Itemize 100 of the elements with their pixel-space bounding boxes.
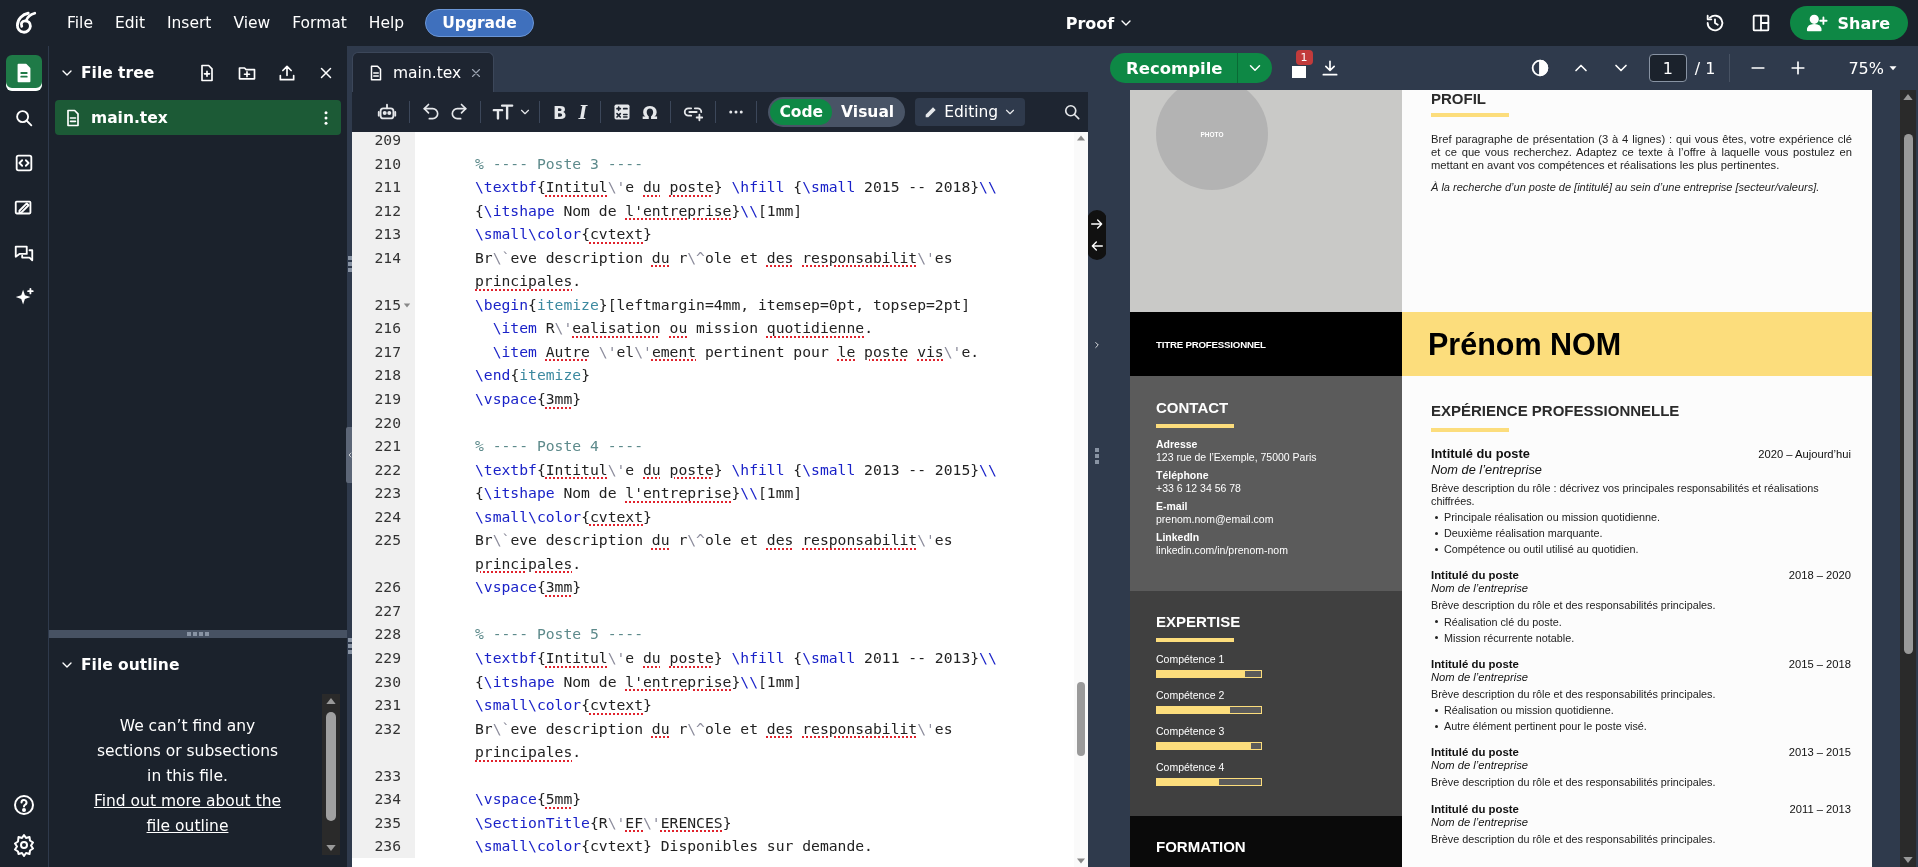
- search-icon[interactable]: [1062, 102, 1082, 122]
- file-tab[interactable]: main.tex: [352, 52, 495, 92]
- code-line: % ---- Poste 5 ----: [475, 624, 644, 645]
- bullet-icon: [1435, 636, 1438, 639]
- bullet-icon: [1435, 515, 1438, 519]
- line-number: 211: [374, 177, 401, 198]
- mode-option[interactable]: Visual: [832, 99, 904, 125]
- zoom-dropdown[interactable]: 75%: [1842, 57, 1906, 79]
- editing-dropdown[interactable]: Editing: [915, 98, 1026, 126]
- job-title: Intitulé du poste: [1431, 446, 1530, 461]
- line-number: 222: [374, 459, 401, 480]
- scrollbar[interactable]: [1074, 132, 1088, 867]
- math-icon[interactable]: [612, 102, 633, 122]
- italic-button[interactable]: I: [572, 101, 594, 123]
- code-line: \end{itemize}: [475, 365, 591, 386]
- code-line: % ---- Poste 4 ----: [475, 436, 644, 457]
- skill-name: Compétence 4: [1156, 761, 1226, 773]
- code-line: \small\color{cvtext}: [475, 224, 653, 245]
- line-number: 213: [374, 224, 401, 245]
- job-dates: 2013 – 2015: [1788, 746, 1851, 758]
- project-title-menu[interactable]: Proof: [1061, 11, 1139, 35]
- contact-label: LinkedIn: [1156, 531, 1201, 543]
- scrollbar[interactable]: [322, 694, 340, 855]
- scrollbar-thumb[interactable]: [1903, 134, 1913, 654]
- contact-label: Téléphone: [1156, 469, 1210, 481]
- contact-value: +33 6 12 34 56 78: [1156, 482, 1242, 494]
- settings-icon[interactable]: [12, 833, 36, 857]
- bullet-icon: [1435, 531, 1438, 535]
- menu-item[interactable]: Edit: [103, 10, 156, 36]
- job-description: Brève description du rôle et des responsabilités principales.: [1431, 599, 1717, 612]
- scrollbar-thumb[interactable]: [1077, 682, 1085, 756]
- mode-option[interactable]: Code: [770, 99, 833, 125]
- professional-title: TITRE PROFESSIONNEL: [1156, 338, 1266, 350]
- line-number: 227: [374, 600, 401, 621]
- company-name: Nom de l’entreprise: [1431, 462, 1543, 477]
- company-name: Nom de l’entreprise: [1431, 815, 1529, 828]
- logs-icon[interactable]: [1291, 66, 1306, 78]
- code-line: % ---- Poste 3 ----: [475, 153, 644, 174]
- undo-icon[interactable]: [421, 102, 441, 122]
- section-heading: FORMATION: [1156, 838, 1247, 855]
- scrollbar[interactable]: [1900, 90, 1916, 867]
- job-dates: 2020 – Aujourd’hui: [1758, 448, 1851, 460]
- job-title: Intitulé du poste: [1431, 802, 1519, 815]
- line-number: 210: [374, 153, 401, 174]
- code-line: {\itshape Nom de l'entreprise}\\[1mm]: [475, 671, 804, 692]
- code-line: \begin{itemize}[leftmargin=4mm, itemsep=0pt, topsep=2pt]: [475, 294, 972, 315]
- share-button[interactable]: Share: [1789, 6, 1908, 40]
- code-line: {\itshape Nom de l'entreprise}\\[1mm]: [475, 483, 804, 504]
- rail-button[interactable]: [6, 55, 42, 91]
- person-name: Prénom NOM: [1428, 326, 1622, 362]
- code-line: \vspace{3mm}: [475, 577, 583, 598]
- bullet-icon: [1435, 547, 1438, 551]
- fold-icon[interactable]: [403, 300, 411, 309]
- upgrade-button[interactable]: Upgrade: [425, 9, 534, 37]
- line-number: 232: [374, 718, 401, 739]
- recompile-button[interactable]: Recompile: [1110, 53, 1272, 83]
- line-number: 223: [374, 483, 401, 504]
- contact-label: E-mail: [1156, 500, 1189, 512]
- line-number: 215: [374, 294, 401, 315]
- skill-name: Compétence 3: [1156, 725, 1226, 737]
- tree-entry[interactable]: main.tex: [55, 100, 341, 135]
- redo-icon[interactable]: [449, 102, 469, 122]
- bullet-text: Autre élément pertinent pour le poste visé.: [1444, 720, 1647, 732]
- menu-item[interactable]: View: [222, 10, 282, 36]
- help-icon[interactable]: [12, 793, 36, 817]
- person-add-icon: [1805, 12, 1828, 34]
- help-link[interactable]: Find out more about the file outline: [90, 789, 285, 839]
- bullet-text: Principale réalisation ou mission quotidienne.: [1444, 511, 1661, 523]
- chevron-right-icon[interactable]: [1092, 340, 1102, 350]
- error-count-badge: 1: [1295, 50, 1313, 65]
- line-number: 220: [374, 412, 401, 433]
- bold-button[interactable]: B: [547, 101, 573, 123]
- menu-item[interactable]: Help: [357, 10, 416, 36]
- skill-name: Compétence 2: [1156, 689, 1226, 701]
- code-line: \item Autre \'el\'ement pertinent pour le poste vis\'e.: [491, 341, 981, 362]
- upload-icon[interactable]: [277, 63, 297, 83]
- symbol-button[interactable]: Ω: [636, 101, 664, 123]
- job-description: Brève description du rôle et des responsabilités principales.: [1431, 832, 1717, 845]
- job-dates: 2018 – 2020: [1788, 569, 1851, 581]
- contact-value: 123 rue de l’Exemple, 75000 Paris: [1156, 451, 1318, 463]
- line-number: 214: [374, 247, 401, 268]
- code-line: {\itshape Nom de l'entreprise}\\[1mm]: [475, 200, 804, 221]
- page-number-field[interactable]: 1: [1648, 54, 1687, 82]
- code-line: \vspace{5mm}: [475, 789, 583, 810]
- code-line: \item R\'ealisation ou mission quotidienne.: [491, 318, 874, 339]
- swap-panes-button[interactable]: [1087, 210, 1107, 260]
- code-line: \small\color{cvtext}: [475, 695, 653, 716]
- mode-toggle[interactable]: Code Visual: [768, 97, 906, 127]
- bullet-icon: [1435, 620, 1438, 623]
- job-description: Brève description du rôle et des responsabilités principales.: [1431, 776, 1717, 789]
- scrollbar-thumb[interactable]: [326, 712, 336, 821]
- bullet-text: Deuxième réalisation marquante.: [1444, 527, 1603, 539]
- contact-label: Adresse: [1156, 438, 1199, 450]
- section-heading: EXPÉRIENCE PROFESSIONNELLE: [1431, 402, 1681, 419]
- company-name: Nom de l’entreprise: [1431, 670, 1529, 683]
- menu-item[interactable]: File: [56, 10, 104, 36]
- menu-item[interactable]: Format: [281, 10, 358, 36]
- menu-item[interactable]: Insert: [155, 10, 223, 36]
- line-number: 234: [374, 789, 401, 810]
- line-number: 216: [374, 318, 401, 339]
